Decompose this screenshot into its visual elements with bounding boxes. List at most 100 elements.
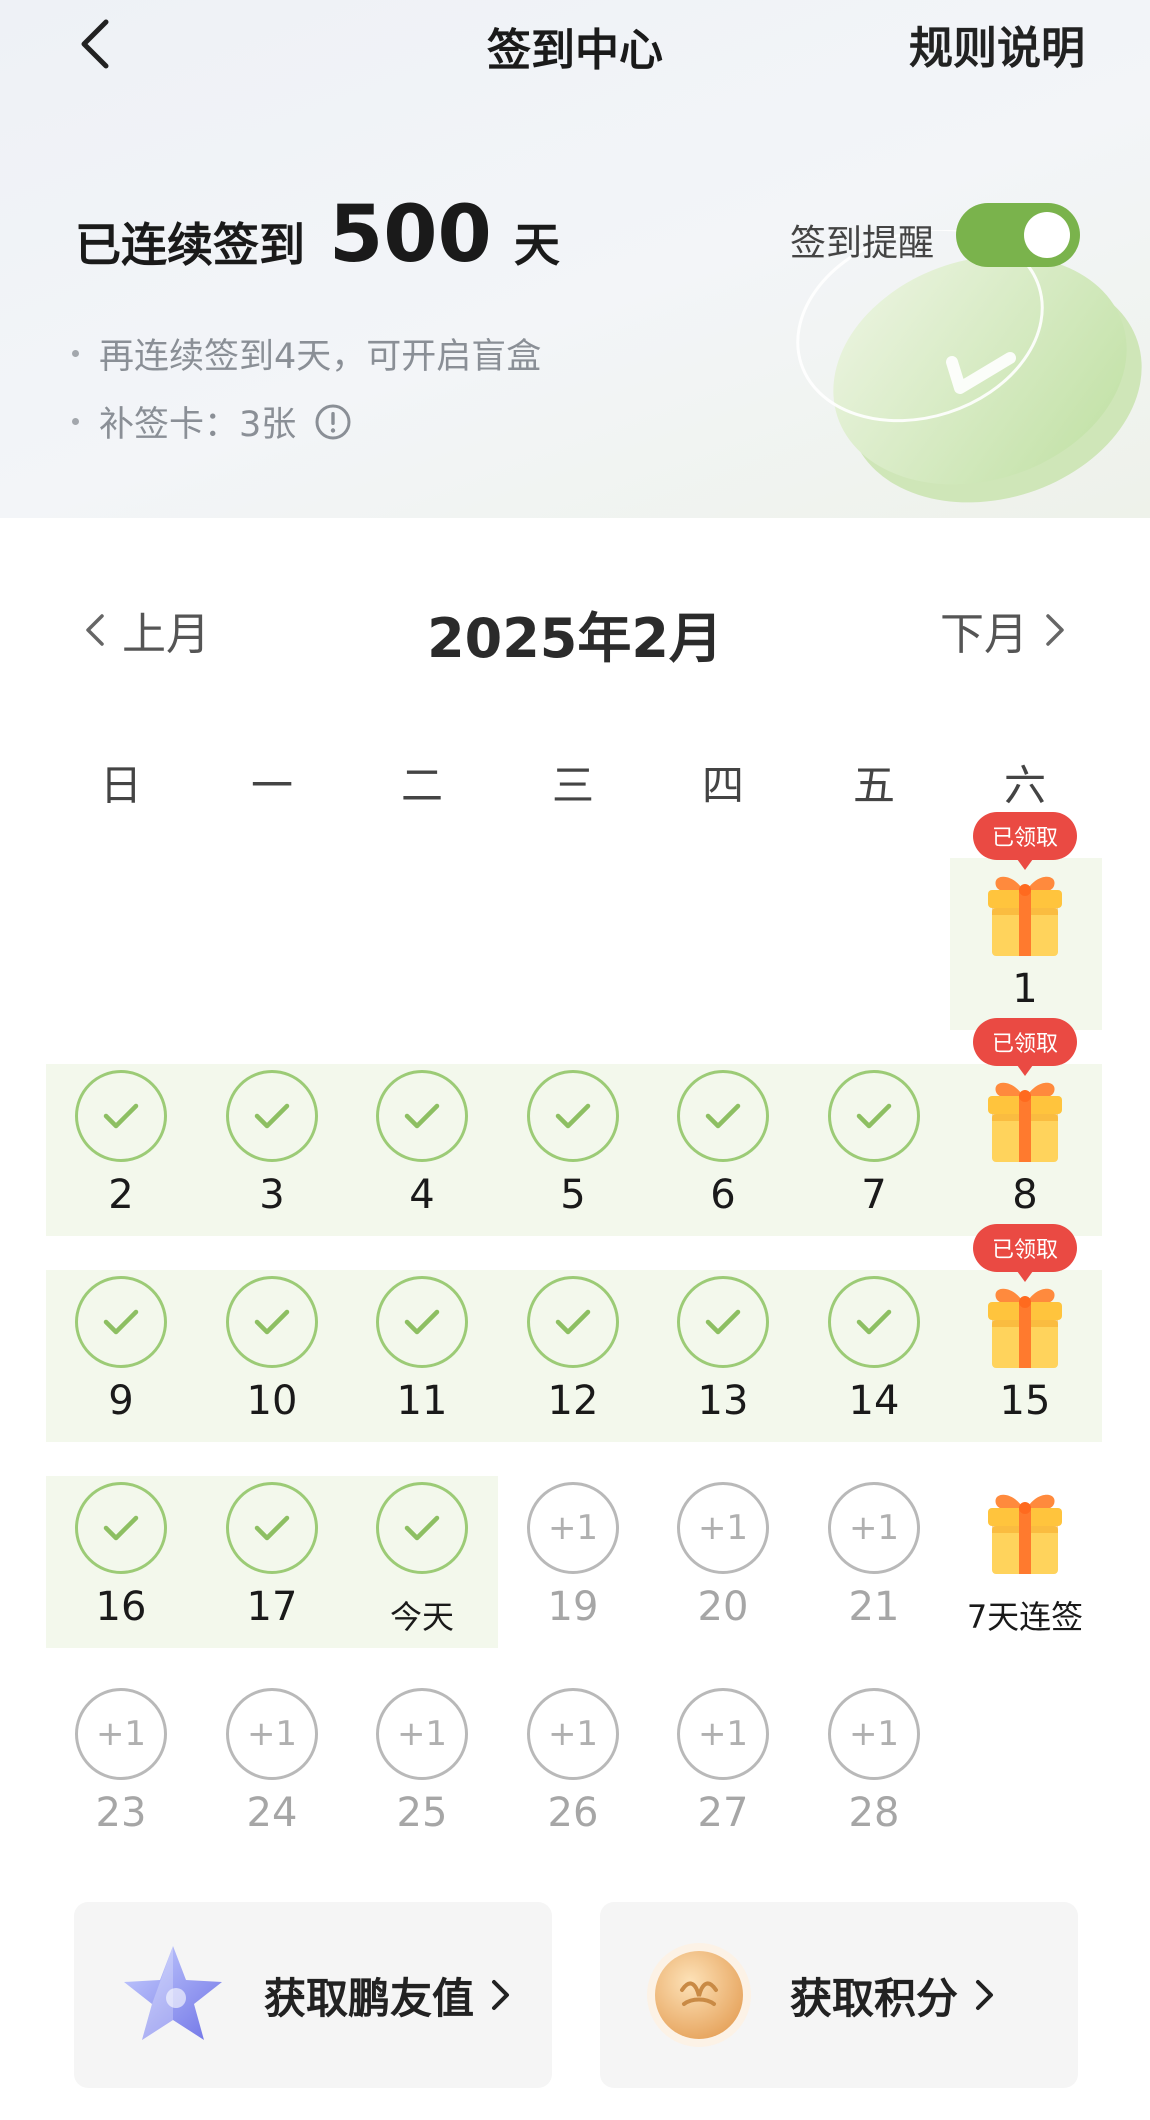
day-number: 25 [396, 1790, 448, 1836]
gift-icon [978, 868, 1072, 962]
reminder-toggle[interactable] [956, 203, 1080, 267]
calendar-day-12[interactable]: 12 [498, 1276, 648, 1466]
chevron-right-icon [976, 1980, 994, 2010]
coin-decoration-icon [796, 230, 1142, 503]
plus-one-badge: +1 [527, 1688, 619, 1780]
plus-one-badge: +1 [677, 1688, 769, 1780]
calendar-day-16[interactable]: 16 [46, 1482, 196, 1672]
calendar-day-5[interactable]: 5 [498, 1070, 648, 1260]
calendar-day-10[interactable]: 10 [197, 1276, 347, 1466]
day-number: 7 [861, 1172, 887, 1218]
streak-reward-label: 7天连签 [966, 1598, 1084, 1636]
get-points-label: 获取积分 [790, 1973, 959, 2023]
month-navigation: 上月 2025年2月 下月 [0, 598, 1150, 670]
calendar-day-20[interactable]: +1 20 [648, 1482, 798, 1672]
check-icon [103, 1308, 139, 1336]
day-number: 1 [1012, 966, 1038, 1012]
gift-icon [978, 1280, 1072, 1374]
streak-label: 已连续签到 [75, 218, 305, 272]
check-icon [705, 1102, 741, 1130]
calendar-day-7[interactable]: 7 [799, 1070, 949, 1260]
calendar-day-24[interactable]: +1 24 [197, 1688, 347, 1878]
day-number: 19 [547, 1584, 599, 1630]
calendar-day-4[interactable]: 4 [347, 1070, 497, 1260]
day-number: 5 [560, 1172, 586, 1218]
day-number: 16 [95, 1584, 147, 1630]
claimed-badge: 已领取 [973, 812, 1077, 870]
signed-check [677, 1276, 769, 1368]
get-friend-value-label: 获取鹏友值 [264, 1973, 475, 2023]
signed-check [226, 1276, 318, 1368]
bullet-dot [72, 418, 79, 425]
calendar-day-28[interactable]: +1 28 [799, 1688, 949, 1878]
tip-blind-box: 再连续签到4天，可开启盲盒 [72, 328, 541, 379]
get-points-button[interactable]: 获取积分 [600, 1902, 1078, 2088]
weekday-wed: 三 [551, 761, 594, 810]
calendar-day-27[interactable]: +1 27 [648, 1688, 798, 1878]
signed-check [75, 1482, 167, 1574]
plus-one-badge: +1 [226, 1688, 318, 1780]
day-number: 23 [95, 1790, 147, 1836]
signed-check [376, 1070, 468, 1162]
streak-days: 500 [329, 190, 492, 280]
weekday-sat: 六 [1003, 761, 1046, 810]
calendar-day-26[interactable]: +1 26 [498, 1688, 648, 1878]
day-number: 13 [697, 1378, 749, 1424]
gift-icon [978, 1074, 1072, 1168]
calendar-day-23[interactable]: +1 23 [46, 1688, 196, 1878]
day-number: 20 [697, 1584, 749, 1630]
calendar-day-13[interactable]: 13 [648, 1276, 798, 1466]
day-number: 4 [409, 1172, 435, 1218]
check-icon [404, 1308, 440, 1336]
calendar-day-17[interactable]: 17 [197, 1482, 347, 1672]
check-icon [404, 1102, 440, 1130]
signed-check [226, 1482, 318, 1574]
get-friend-value-button[interactable]: 获取鹏友值 [74, 1902, 552, 2088]
day-number: 28 [848, 1790, 900, 1836]
check-icon [103, 1102, 139, 1130]
gift-icon [978, 1486, 1072, 1580]
weekday-sun: 日 [99, 761, 142, 810]
next-month-button[interactable]: 下月 [940, 598, 1068, 662]
summary-header: 签到中心 规则说明 已连续签到 500 天 签到提醒 再连续签到4天，可开启盲盒… [0, 0, 1150, 518]
claimed-badge: 已领取 [973, 1018, 1077, 1076]
plus-one-badge: +1 [677, 1482, 769, 1574]
calendar-day-25[interactable]: +1 25 [347, 1688, 497, 1878]
signed-check [376, 1276, 468, 1368]
check-icon [254, 1308, 290, 1336]
streak-reward-7day[interactable]: 7天连签 [950, 1482, 1100, 1672]
calendar-day-6[interactable]: 6 [648, 1070, 798, 1260]
tip-makeup-card: 补签卡：3张 [72, 396, 352, 447]
next-month-label: 下月 [940, 609, 1028, 660]
day-number: 26 [547, 1790, 599, 1836]
chevron-right-icon [492, 1980, 510, 2010]
day-number: 9 [108, 1378, 134, 1424]
calendar-day-15[interactable]: 已领取 15 [950, 1224, 1100, 1466]
signed-check [75, 1070, 167, 1162]
info-icon[interactable] [314, 403, 352, 441]
check-icon [856, 1308, 892, 1336]
plus-one-badge: +1 [376, 1688, 468, 1780]
day-number: 17 [246, 1584, 298, 1630]
coin-icon [647, 1943, 751, 2047]
day-number: 8 [1012, 1172, 1038, 1218]
check-icon [404, 1514, 440, 1542]
day-number: 12 [547, 1378, 599, 1424]
calendar-day-3[interactable]: 3 [197, 1070, 347, 1260]
calendar-day-2[interactable]: 2 [46, 1070, 196, 1260]
signed-check [527, 1276, 619, 1368]
calendar-day-14[interactable]: 14 [799, 1276, 949, 1466]
plus-one-badge: +1 [828, 1688, 920, 1780]
calendar-day-19[interactable]: +1 19 [498, 1482, 648, 1672]
check-icon [555, 1308, 591, 1336]
chevron-right-icon [1046, 614, 1064, 646]
streak-unit: 天 [513, 218, 560, 272]
signed-check [828, 1276, 920, 1368]
claimed-badge: 已领取 [973, 1224, 1077, 1282]
calendar-day-11[interactable]: 11 [347, 1276, 497, 1466]
rules-link[interactable]: 规则说明 [909, 12, 1085, 76]
calendar-day-9[interactable]: 9 [46, 1276, 196, 1466]
calendar-day-today[interactable]: 今天 [347, 1482, 497, 1672]
weekday-thu: 四 [701, 761, 744, 810]
calendar-day-21[interactable]: +1 21 [799, 1482, 949, 1672]
